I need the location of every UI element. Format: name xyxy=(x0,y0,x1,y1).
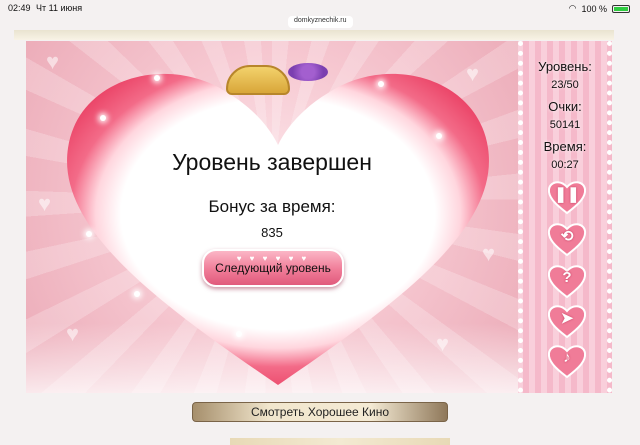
character-head xyxy=(226,65,290,95)
walkthrough-button[interactable]: ➤ xyxy=(547,303,587,339)
next-level-label: Следующий уровень xyxy=(215,261,331,275)
sparkle xyxy=(436,133,442,139)
level-label: Уровень: xyxy=(538,59,592,74)
wifi-icon: ◠ xyxy=(568,3,577,13)
battery-icon xyxy=(612,4,630,13)
level-complete-title: Уровень завершен xyxy=(172,149,372,175)
level-value: 23/50 xyxy=(551,79,579,91)
sparkle xyxy=(378,81,384,87)
heart-frame xyxy=(67,73,489,386)
sparkle xyxy=(154,75,160,81)
music-button[interactable]: ♪ xyxy=(547,343,587,379)
sparkle xyxy=(326,311,332,317)
game-canvas: ♥ ♥ ♥ ♥ ♥ ♥ Уровень завершен Бонус за вр… xyxy=(26,41,518,393)
next-level-button[interactable]: ♥ ♥ ♥ ♥ ♥ ♥ Следующий уровень xyxy=(202,249,344,287)
score-label: Очки: xyxy=(548,99,582,114)
time-label: Время: xyxy=(543,139,587,154)
flower-decoration xyxy=(288,63,328,81)
pause-button[interactable]: ❚❚ xyxy=(547,179,587,215)
top-banner-strip xyxy=(14,30,614,40)
battery-percent: 100 % xyxy=(581,3,607,14)
watch-movie-button[interactable]: Смотреть Хорошее Кино xyxy=(192,402,448,422)
sparkle xyxy=(236,331,242,337)
sparkle xyxy=(134,291,140,297)
date: Чт 11 июня xyxy=(36,3,83,13)
status-icons: ◠ 100 % xyxy=(569,3,630,14)
time-value: 00:27 xyxy=(551,159,579,171)
help-button[interactable]: ? xyxy=(547,263,587,299)
time-bonus-value: 835 xyxy=(261,225,283,240)
side-panel: Уровень: 23/50 Очки: 50141 Время: 00:27 … xyxy=(518,41,612,393)
bottom-banner-strip xyxy=(230,438,450,445)
clock: 02:49 xyxy=(8,3,31,13)
button-hearts-decoration: ♥ ♥ ♥ ♥ ♥ ♥ xyxy=(236,254,310,263)
score-value: 50141 xyxy=(549,119,581,131)
sparkle xyxy=(100,115,106,121)
restart-button[interactable]: ⟲ xyxy=(547,221,587,257)
address-bar[interactable]: domkyznechik.ru xyxy=(288,16,353,28)
status-bar: 02:49 Чт 11 июня ◠ 100 % xyxy=(0,0,640,16)
time-bonus-label: Бонус за время: xyxy=(208,197,336,216)
